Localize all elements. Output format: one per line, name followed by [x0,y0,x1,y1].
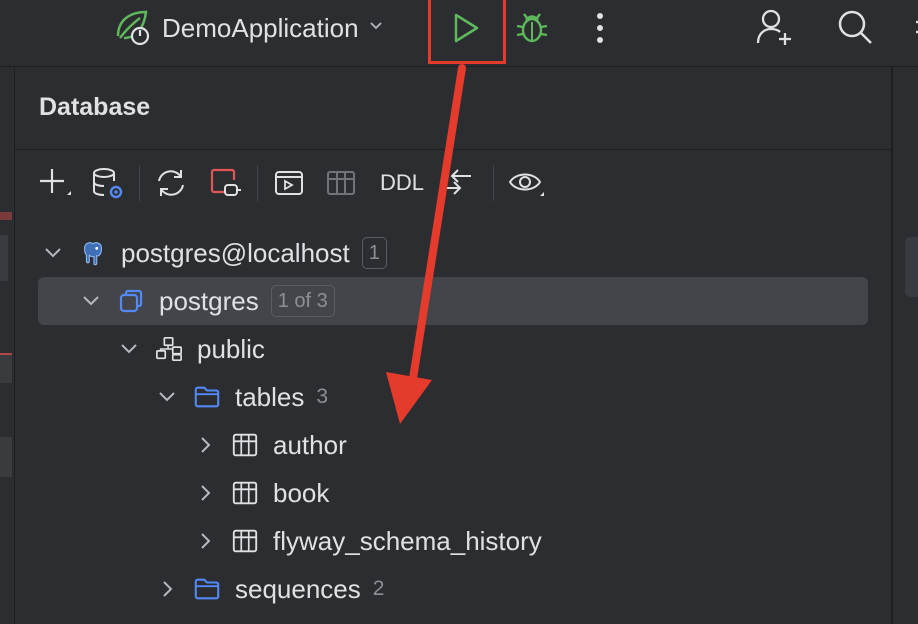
refresh-icon [158,170,184,196]
run-button-highlight [428,0,506,64]
database-tool-window: Database DDL postgres@localhost 1 postgr… [15,67,891,624]
gutter-marker [0,212,12,220]
gear-icon [916,20,918,34]
chevron-down-icon[interactable] [41,241,65,265]
tree-node-table[interactable]: book [15,469,891,517]
toolbar-separator [257,165,258,201]
query-console-icon [275,171,303,195]
schema-label: public [197,333,265,364]
gutter-marker [0,235,8,281]
database-label: postgres [159,285,259,316]
tree-node-sequences-folder[interactable]: sequences 2 [15,565,891,613]
spring-run-config-icon [112,6,152,51]
table-icon [231,527,259,555]
right-tool-tab[interactable] [905,237,918,297]
left-editor-gutter [0,67,14,624]
ddl-label: DDL [379,170,424,195]
view-options-button[interactable] [507,161,547,205]
right-tool-strip [892,67,918,624]
chevron-down-icon[interactable] [79,289,103,313]
gutter-marker [0,437,12,477]
chevron-right-icon[interactable] [155,577,179,601]
ddl-button[interactable]: DDL [377,161,427,205]
schema-icon [155,335,183,363]
tree-node-table[interactable]: author [15,421,891,469]
data-source-properties-icon [93,168,123,199]
disconnect-button[interactable] [207,161,243,205]
compare-icon [441,169,471,195]
schema-count-badge: 1 of 3 [270,285,335,317]
debug-button[interactable] [512,6,552,48]
tables-count: 3 [316,385,329,408]
table-view-icon [327,171,355,195]
table-view-button[interactable] [323,161,359,205]
table-icon [231,431,259,459]
debug-icon [516,13,548,43]
folder-icon [193,383,221,411]
database-icon [117,287,145,315]
chevron-right-icon[interactable] [193,529,217,553]
chevron-right-icon[interactable] [193,433,217,457]
refresh-button[interactable] [153,161,189,205]
panel-title: Database [39,93,151,121]
tree-node-table[interactable]: flyway_schema_history [15,517,891,565]
add-icon [40,169,71,195]
query-console-button[interactable] [271,161,307,205]
add-user-icon [756,9,791,45]
tree-node-database[interactable]: postgres 1 of 3 [15,277,891,325]
add-data-source-button[interactable] [37,161,73,205]
search-everywhere-button[interactable] [834,6,876,48]
table-icon [231,479,259,507]
toolbar-separator [139,165,140,201]
table-label: flyway_schema_history [273,525,542,556]
gutter-marker [0,353,12,383]
chevron-down-icon[interactable] [155,385,179,409]
tree-node-tables-folder[interactable]: tables 3 [15,373,891,421]
tree-node-schema[interactable]: public [15,325,891,373]
folder-icon [193,575,221,603]
chevron-down-icon [369,19,383,38]
toolbar-separator [493,165,494,201]
data-source-properties-button[interactable] [89,161,125,205]
chevron-right-icon[interactable] [193,481,217,505]
table-label: book [273,477,330,508]
tree-node-connection[interactable]: postgres@localhost 1 [15,229,891,277]
connection-label: postgres@localhost [121,237,350,268]
database-toolbar: DDL [35,161,875,205]
sequences-folder-label: sequences [235,573,361,604]
search-icon [838,10,872,44]
view-options-icon [508,173,544,196]
run-configuration-selector[interactable]: DemoApplication [112,8,383,48]
sequences-count: 2 [372,577,385,600]
table-label: author [273,429,347,460]
settings-button-partial[interactable] [904,10,918,46]
postgresql-icon [79,239,107,267]
compare-button[interactable] [437,161,477,205]
more-actions-button[interactable] [588,8,612,48]
connection-count-badge: 1 [361,237,387,269]
panel-divider [15,149,891,150]
chevron-down-icon[interactable] [117,337,141,361]
more-vertical-icon [597,13,603,43]
disconnect-icon [210,168,241,196]
code-with-me-button[interactable] [754,6,796,48]
run-configuration-name: DemoApplication [162,12,359,43]
tables-folder-label: tables [235,381,305,412]
